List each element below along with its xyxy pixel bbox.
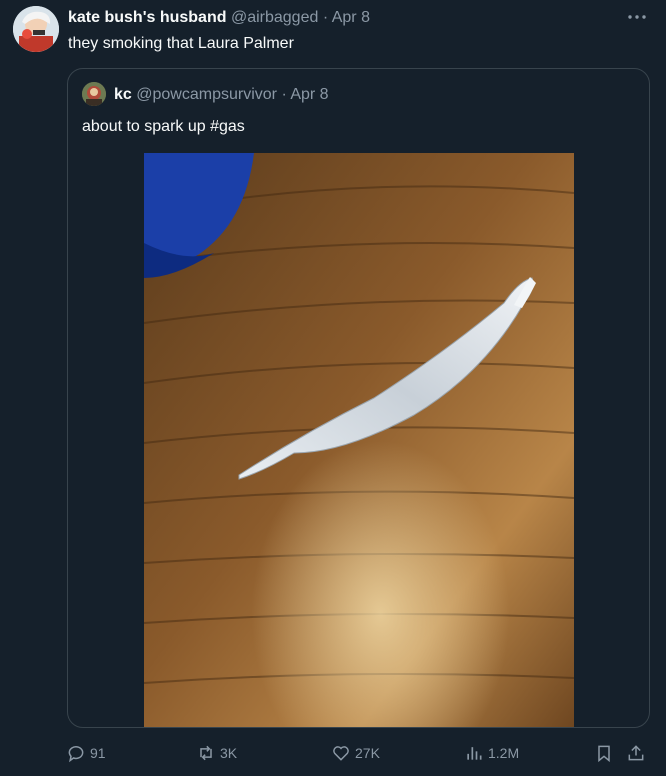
reply-icon (68, 746, 84, 763)
tweet-text: they smoking that Laura Palmer (68, 35, 294, 52)
tweet-header: kate bush's husband @airbagged · Apr 8 (68, 8, 370, 28)
repost-count: 3K (220, 745, 238, 761)
quoted-avatar[interactable] (82, 82, 106, 106)
author-handle[interactable]: @airbagged (231, 9, 318, 26)
like-icon (333, 746, 349, 761)
reply-count: 91 (90, 745, 106, 761)
quoted-name[interactable]: kc (114, 86, 132, 103)
quoted-photo[interactable] (144, 153, 574, 727)
action-bar: 91 3K 27K 1.2M (66, 738, 656, 768)
quoted-separator: · (281, 86, 287, 103)
bookmark-button[interactable] (594, 738, 618, 768)
views-icon (467, 747, 482, 760)
more-icon[interactable] (626, 9, 648, 25)
tweet[interactable]: kate bush's husband @airbagged · Apr 8 t… (0, 0, 666, 776)
quoted-text: about to spark up #gas (82, 118, 245, 135)
header-separator: · (322, 9, 329, 26)
share-button[interactable] (626, 738, 650, 768)
views-button[interactable]: 1.2M (464, 738, 519, 768)
views-count: 1.2M (488, 745, 520, 761)
author-name[interactable]: kate bush's husband (68, 9, 227, 26)
author-avatar[interactable] (13, 6, 59, 52)
repost-button[interactable]: 3K (196, 738, 237, 768)
like-count: 27K (355, 745, 380, 761)
like-button[interactable]: 27K (331, 738, 380, 768)
quoted-date[interactable]: Apr 8 (290, 86, 328, 103)
reply-button[interactable]: 91 (66, 738, 106, 768)
share-icon (628, 745, 644, 761)
tweet-date[interactable]: Apr 8 (332, 9, 370, 26)
quoted-handle[interactable]: @powcampsurvivor (136, 86, 277, 103)
quoted-tweet[interactable]: kc @powcampsurvivor · Apr 8 about to spa… (67, 68, 650, 728)
quoted-header: kc @powcampsurvivor · Apr 8 (114, 85, 329, 105)
repost-icon (200, 745, 212, 761)
bookmark-icon (598, 745, 610, 763)
